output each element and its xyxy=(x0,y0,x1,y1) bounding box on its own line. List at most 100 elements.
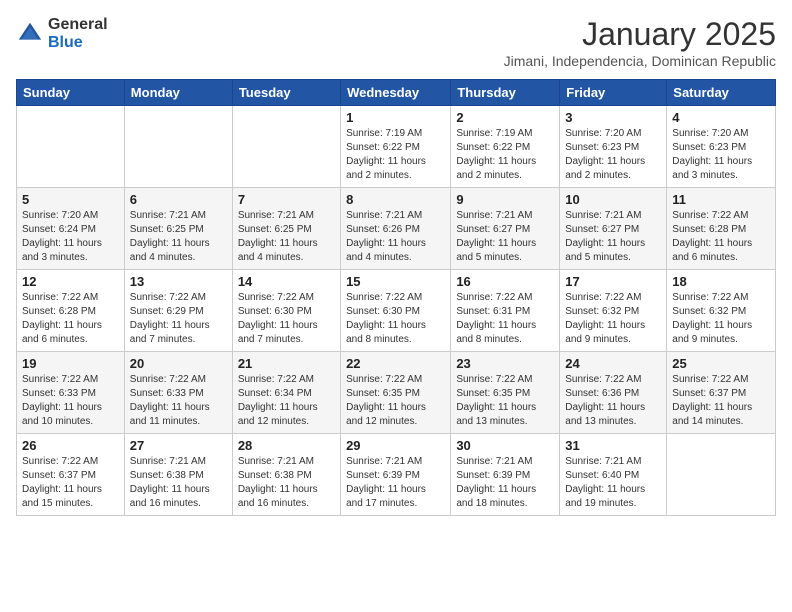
day-number: 15 xyxy=(346,274,445,289)
table-row: 2 Sunrise: 7:19 AMSunset: 6:22 PMDaylight… xyxy=(451,106,560,188)
table-row: 21Sunrise: 7:22 AMSunset: 6:34 PMDayligh… xyxy=(232,352,340,434)
day-number: 2 xyxy=(456,110,554,125)
table-row: 9 Sunrise: 7:21 AMSunset: 6:27 PMDaylight… xyxy=(451,188,560,270)
day-number: 19 xyxy=(22,356,119,371)
calendar-week-row: 1 Sunrise: 7:19 AMSunset: 6:22 PMDaylight… xyxy=(17,106,776,188)
table-row: 19 Sunrise: 7:22 AMSunset: 6:33 PMDayligh… xyxy=(17,352,125,434)
day-info: Sunrise: 7:19 AMSunset: 6:22 PMDaylight:… xyxy=(456,127,554,183)
day-number: 31 xyxy=(565,438,661,453)
day-info: Sunrise: 7:21 AMSunset: 6:38 PMDaylight:… xyxy=(130,455,227,511)
day-number: 26 xyxy=(22,438,119,453)
day-info: Sunrise: 7:22 AMSunset: 6:32 PMDaylight:… xyxy=(672,291,770,347)
day-number: 16 xyxy=(456,274,554,289)
table-row: 14 Sunrise: 7:22 AMSunset: 6:30 PMDayligh… xyxy=(232,270,340,352)
day-number: 23 xyxy=(456,356,554,371)
day-number: 30 xyxy=(456,438,554,453)
table-row: 29 Sunrise: 7:21 AMSunset: 6:39 PMDayligh… xyxy=(341,434,451,516)
table-row xyxy=(124,106,232,188)
calendar-week-row: 12Sunrise: 7:22 AMSunset: 6:28 PMDayligh… xyxy=(17,270,776,352)
day-info: Sunrise: 7:20 AMSunset: 6:24 PMDaylight:… xyxy=(22,209,119,265)
table-row: 31 Sunrise: 7:21 AMSunset: 6:40 PMDayligh… xyxy=(560,434,667,516)
day-info: Sunrise: 7:22 AMSunset: 6:29 PMDaylight:… xyxy=(130,291,227,347)
day-info: Sunrise: 7:21 AMSunset: 6:27 PMDaylight:… xyxy=(456,209,554,265)
month-title: January 2025 xyxy=(504,16,776,53)
day-info: Sunrise: 7:22 AMSunset: 6:33 PMDaylight:… xyxy=(22,373,119,429)
day-number: 20 xyxy=(130,356,227,371)
table-row: 18 Sunrise: 7:22 AMSunset: 6:32 PMDayligh… xyxy=(667,270,776,352)
day-info: Sunrise: 7:22 AMSunset: 6:28 PMDaylight:… xyxy=(672,209,770,265)
day-number: 29 xyxy=(346,438,445,453)
col-friday: Friday xyxy=(560,80,667,106)
day-info: Sunrise: 7:21 AMSunset: 6:39 PMDaylight:… xyxy=(456,455,554,511)
day-info: Sunrise: 7:22 AMSunset: 6:35 PMDaylight:… xyxy=(346,373,445,429)
col-tuesday: Tuesday xyxy=(232,80,340,106)
day-info: Sunrise: 7:20 AMSunset: 6:23 PMDaylight:… xyxy=(672,127,770,183)
day-info: Sunrise: 7:21 AMSunset: 6:27 PMDaylight:… xyxy=(565,209,661,265)
day-info: Sunrise: 7:21 AMSunset: 6:40 PMDaylight:… xyxy=(565,455,661,511)
table-row: 16 Sunrise: 7:22 AMSunset: 6:31 PMDayligh… xyxy=(451,270,560,352)
day-number: 5 xyxy=(22,192,119,207)
day-info: Sunrise: 7:22 AMSunset: 6:32 PMDaylight:… xyxy=(565,291,661,347)
calendar-week-row: 26Sunrise: 7:22 AMSunset: 6:37 PMDayligh… xyxy=(17,434,776,516)
table-row: 26Sunrise: 7:22 AMSunset: 6:37 PMDayligh… xyxy=(17,434,125,516)
col-saturday: Saturday xyxy=(667,80,776,106)
page-header: General Blue January 2025 Jimani, Indepe… xyxy=(16,16,776,69)
col-sunday: Sunday xyxy=(17,80,125,106)
day-number: 9 xyxy=(456,192,554,207)
day-info: Sunrise: 7:21 AMSunset: 6:39 PMDaylight:… xyxy=(346,455,445,511)
logo-blue-text: Blue xyxy=(48,34,108,52)
day-number: 10 xyxy=(565,192,661,207)
day-info: Sunrise: 7:19 AMSunset: 6:22 PMDaylight:… xyxy=(346,127,445,183)
day-number: 14 xyxy=(238,274,335,289)
calendar-header-row: Sunday Monday Tuesday Wednesday Thursday… xyxy=(17,80,776,106)
day-number: 24 xyxy=(565,356,661,371)
table-row: 30 Sunrise: 7:21 AMSunset: 6:39 PMDayligh… xyxy=(451,434,560,516)
day-info: Sunrise: 7:22 AMSunset: 6:30 PMDaylight:… xyxy=(346,291,445,347)
day-number: 28 xyxy=(238,438,335,453)
table-row: 8Sunrise: 7:21 AMSunset: 6:26 PMDaylight… xyxy=(341,188,451,270)
table-row xyxy=(232,106,340,188)
table-row: 23 Sunrise: 7:22 AMSunset: 6:35 PMDayligh… xyxy=(451,352,560,434)
col-wednesday: Wednesday xyxy=(341,80,451,106)
table-row: 25 Sunrise: 7:22 AMSunset: 6:37 PMDayligh… xyxy=(667,352,776,434)
table-row xyxy=(667,434,776,516)
table-row: 22 Sunrise: 7:22 AMSunset: 6:35 PMDayligh… xyxy=(341,352,451,434)
day-info: Sunrise: 7:22 AMSunset: 6:35 PMDaylight:… xyxy=(456,373,554,429)
day-info: Sunrise: 7:22 AMSunset: 6:31 PMDaylight:… xyxy=(456,291,554,347)
day-info: Sunrise: 7:21 AMSunset: 6:26 PMDaylight:… xyxy=(346,209,445,265)
day-number: 1 xyxy=(346,110,445,125)
day-info: Sunrise: 7:22 AMSunset: 6:37 PMDaylight:… xyxy=(672,373,770,429)
day-number: 25 xyxy=(672,356,770,371)
day-number: 21 xyxy=(238,356,335,371)
day-number: 27 xyxy=(130,438,227,453)
day-number: 7 xyxy=(238,192,335,207)
table-row: 10 Sunrise: 7:21 AMSunset: 6:27 PMDayligh… xyxy=(560,188,667,270)
day-info: Sunrise: 7:22 AMSunset: 6:36 PMDaylight:… xyxy=(565,373,661,429)
table-row: 5 Sunrise: 7:20 AMSunset: 6:24 PMDaylight… xyxy=(17,188,125,270)
table-row: 7Sunrise: 7:21 AMSunset: 6:25 PMDaylight… xyxy=(232,188,340,270)
day-number: 22 xyxy=(346,356,445,371)
table-row: 1 Sunrise: 7:19 AMSunset: 6:22 PMDaylight… xyxy=(341,106,451,188)
calendar-table: Sunday Monday Tuesday Wednesday Thursday… xyxy=(16,79,776,516)
day-info: Sunrise: 7:20 AMSunset: 6:23 PMDaylight:… xyxy=(565,127,661,183)
logo-general-text: General xyxy=(48,16,108,34)
table-row: 11 Sunrise: 7:22 AMSunset: 6:28 PMDayligh… xyxy=(667,188,776,270)
table-row: 13Sunrise: 7:22 AMSunset: 6:29 PMDayligh… xyxy=(124,270,232,352)
day-number: 12 xyxy=(22,274,119,289)
logo: General Blue xyxy=(16,16,108,51)
table-row: 4Sunrise: 7:20 AMSunset: 6:23 PMDaylight… xyxy=(667,106,776,188)
day-number: 11 xyxy=(672,192,770,207)
table-row: 20 Sunrise: 7:22 AMSunset: 6:33 PMDayligh… xyxy=(124,352,232,434)
day-info: Sunrise: 7:22 AMSunset: 6:33 PMDaylight:… xyxy=(130,373,227,429)
table-row: 28 Sunrise: 7:21 AMSunset: 6:38 PMDayligh… xyxy=(232,434,340,516)
day-number: 18 xyxy=(672,274,770,289)
col-monday: Monday xyxy=(124,80,232,106)
day-number: 6 xyxy=(130,192,227,207)
table-row: 3 Sunrise: 7:20 AMSunset: 6:23 PMDaylight… xyxy=(560,106,667,188)
day-info: Sunrise: 7:21 AMSunset: 6:25 PMDaylight:… xyxy=(130,209,227,265)
table-row: 27 Sunrise: 7:21 AMSunset: 6:38 PMDayligh… xyxy=(124,434,232,516)
day-info: Sunrise: 7:21 AMSunset: 6:38 PMDaylight:… xyxy=(238,455,335,511)
day-number: 3 xyxy=(565,110,661,125)
day-info: Sunrise: 7:22 AMSunset: 6:30 PMDaylight:… xyxy=(238,291,335,347)
calendar-week-row: 19 Sunrise: 7:22 AMSunset: 6:33 PMDayligh… xyxy=(17,352,776,434)
